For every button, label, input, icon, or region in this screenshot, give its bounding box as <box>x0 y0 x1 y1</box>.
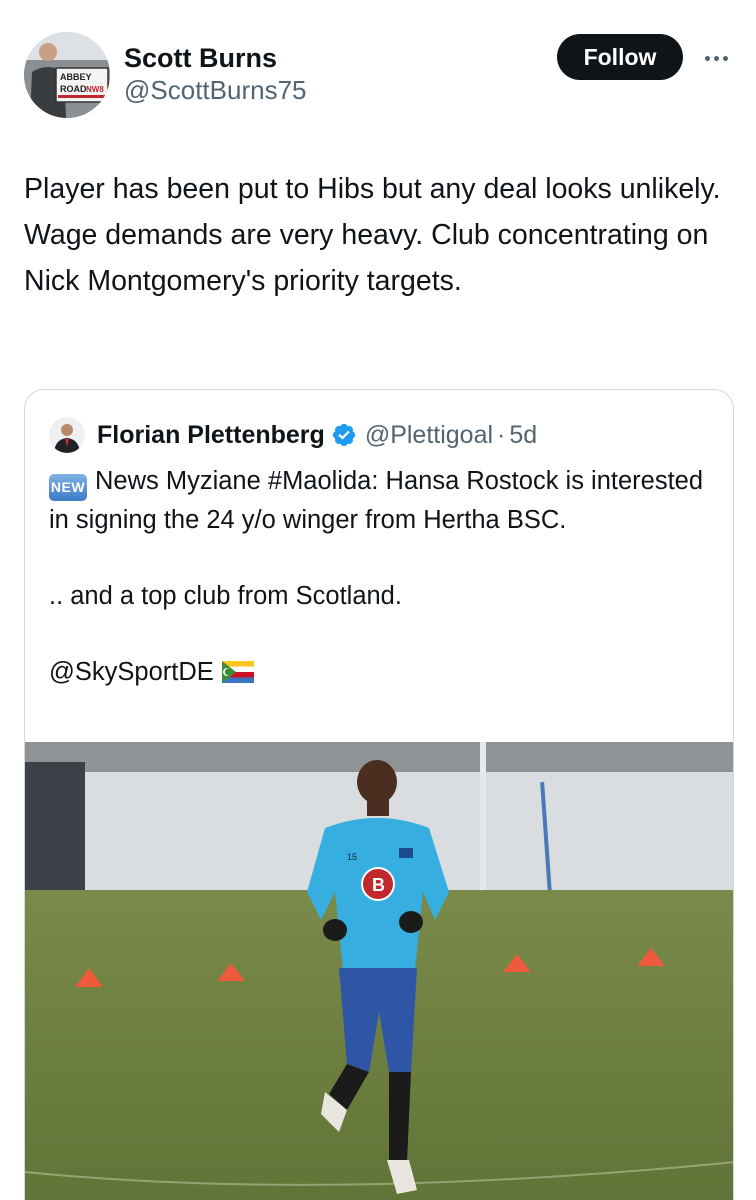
quoted-author-avatar[interactable] <box>49 417 85 453</box>
verified-badge-icon <box>332 423 355 447</box>
author-avatar[interactable]: ABBEY ROAD NW8 <box>24 32 110 118</box>
svg-text:B: B <box>372 875 385 895</box>
author-display-name[interactable]: Scott Burns <box>124 42 306 74</box>
quoted-tweet[interactable]: Florian Plettenberg @Plettigoal · 5d NEW… <box>24 389 734 1200</box>
svg-text:15: 15 <box>347 852 357 862</box>
quoted-line-1-text: News Myziane #Maolida: Hansa Rostock is … <box>49 467 704 534</box>
player-training-photo: 15 B <box>25 742 733 1200</box>
skysport-mention[interactable]: @SkySportDE <box>49 658 214 686</box>
dot <box>704 55 710 61</box>
avatar-photo: ABBEY ROAD NW8 <box>24 32 110 118</box>
follow-button[interactable]: Follow <box>557 34 683 80</box>
tweet-text: Player has been put to Hibs but any deal… <box>24 173 721 297</box>
quoted-handle[interactable]: @Plettigoal <box>365 421 493 450</box>
quoted-avatar-photo <box>49 417 85 453</box>
quoted-tweet-photo[interactable]: 15 B <box>25 742 733 1200</box>
quoted-line-2: .. and a top club from Scotland. <box>49 582 402 610</box>
quoted-line-1: NEW News Myziane #Maolida: Hansa Rostock … <box>49 462 709 539</box>
quoted-timestamp[interactable]: 5d <box>509 421 537 450</box>
author-info: Scott Burns @ScottBurns75 <box>124 42 306 106</box>
svg-text:NW8: NW8 <box>86 85 104 94</box>
svg-text:ABBEY: ABBEY <box>60 72 92 82</box>
separator-dot: · <box>497 420 506 449</box>
more-icon[interactable] <box>696 40 736 76</box>
dot <box>713 55 719 61</box>
comoros-flag-icon <box>221 661 254 683</box>
quoted-display-name[interactable]: Florian Plettenberg <box>97 421 325 450</box>
quoted-line-3: @SkySportDE <box>49 653 709 691</box>
dot <box>722 55 728 61</box>
new-icon: NEW <box>49 474 87 501</box>
svg-text:ROAD: ROAD <box>60 84 87 94</box>
quoted-tweet-text: NEW News Myziane #Maolida: Hansa Rostock … <box>49 462 709 691</box>
quoted-tweet-header: Florian Plettenberg @Plettigoal · 5d <box>49 416 537 454</box>
tweet-header: ABBEY ROAD NW8 Scott Burns @ScottBurns75… <box>24 32 734 122</box>
author-handle[interactable]: @ScottBurns75 <box>124 74 306 106</box>
